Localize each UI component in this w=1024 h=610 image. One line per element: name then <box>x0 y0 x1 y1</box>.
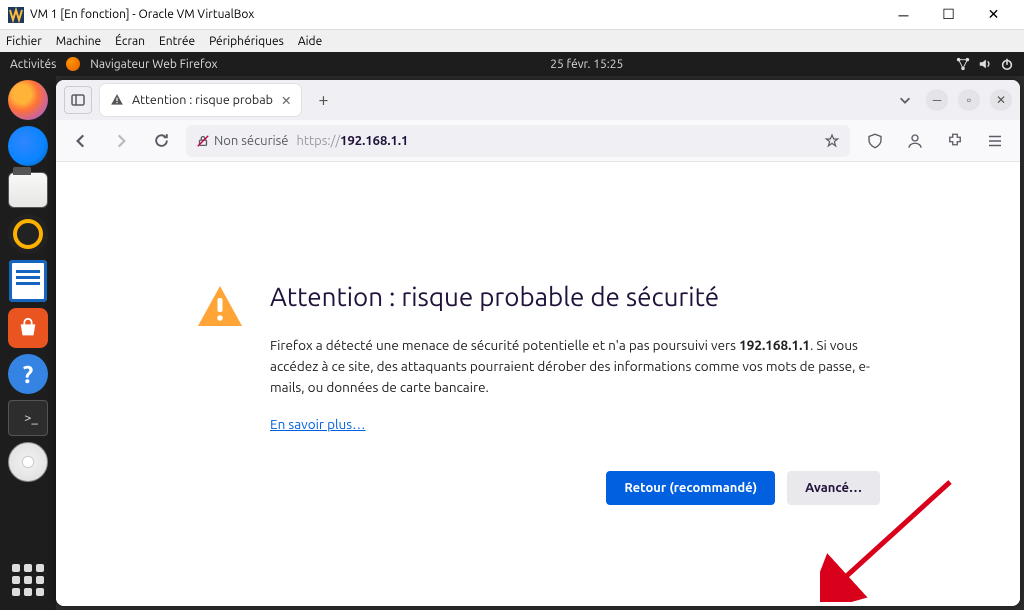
firefox-toolbar: Non sécurisé https://192.168.1.1 <box>56 120 1020 162</box>
vbox-menu-machine[interactable]: Machine <box>56 35 101 48</box>
host-close-button[interactable]: ✕ <box>971 0 1016 30</box>
security-label: Non sécurisé <box>214 134 288 148</box>
dock-firefox[interactable] <box>8 80 48 120</box>
virtualbox-icon <box>8 7 24 23</box>
account-icon[interactable] <box>900 126 930 156</box>
topbar-app-name[interactable]: Navigateur Web Firefox <box>90 58 217 71</box>
back-button[interactable] <box>66 126 96 156</box>
host-minimize-button[interactable]: ─ <box>881 0 926 30</box>
reload-button[interactable] <box>146 126 176 156</box>
vbox-menu-file[interactable]: Fichier <box>6 35 42 48</box>
dock-files[interactable] <box>8 172 48 208</box>
vbox-menu-screen[interactable]: Écran <box>115 35 145 48</box>
dock-terminal[interactable]: >_ <box>8 400 48 436</box>
warning-triangle-icon <box>196 282 244 330</box>
topbar-datetime[interactable]: 25 févr. 15:25 <box>218 58 956 71</box>
firefox-close-button[interactable]: ✕ <box>990 89 1012 111</box>
warning-icon <box>110 93 124 107</box>
ubuntu-top-bar: Activités Navigateur Web Firefox 25 févr… <box>0 52 1024 76</box>
power-icon[interactable] <box>1000 57 1014 71</box>
error-heading: Attention : risque probable de sécurité <box>270 282 880 311</box>
firefox-minimize-button[interactable]: ─ <box>926 89 948 111</box>
security-indicator[interactable]: Non sécurisé <box>196 134 288 148</box>
vbox-menu-input[interactable]: Entrée <box>159 35 195 48</box>
dock-rhythmbox[interactable] <box>8 214 48 254</box>
tab-close-button[interactable]: ✕ <box>281 93 291 108</box>
dock-cd-media[interactable] <box>8 442 48 482</box>
topbar-firefox-icon <box>66 57 80 71</box>
error-description: Firefox a détecté une menace de sécurité… <box>270 335 880 398</box>
browser-tab-active[interactable]: Attention : risque probab ✕ <box>100 84 301 116</box>
advanced-button[interactable]: Avancé… <box>787 471 880 505</box>
address-bar[interactable]: Non sécurisé https://192.168.1.1 <box>186 125 850 157</box>
extensions-icon[interactable] <box>940 126 970 156</box>
forward-button[interactable] <box>106 126 136 156</box>
firefox-window: Attention : risque probab ✕ + ─ ▫ ✕ <box>56 80 1020 606</box>
bookmark-star-icon[interactable] <box>824 133 840 149</box>
new-tab-button[interactable]: + <box>309 86 337 114</box>
learn-more-link[interactable]: En savoir plus… <box>270 416 366 432</box>
volume-icon[interactable] <box>978 57 992 71</box>
ubuntu-dock: ? >_ <box>0 76 56 610</box>
firefox-tab-strip: Attention : risque probab ✕ + ─ ▫ ✕ <box>56 80 1020 120</box>
url-text: https://192.168.1.1 <box>296 134 408 148</box>
dock-libreoffice-writer[interactable] <box>9 260 47 302</box>
vbox-menu-devices[interactable]: Périphériques <box>209 35 284 48</box>
firefox-maximize-button[interactable]: ▫ <box>958 89 980 111</box>
virtualbox-menu-bar: Fichier Machine Écran Entrée Périphériqu… <box>0 30 1024 52</box>
host-window-title: VM 1 [En fonction] - Oracle VM VirtualBo… <box>30 8 881 21</box>
host-window-titlebar: VM 1 [En fonction] - Oracle VM VirtualBo… <box>0 0 1024 30</box>
go-back-button[interactable]: Retour (recommandé) <box>606 471 775 505</box>
dock-thunderbird[interactable] <box>8 126 48 166</box>
network-icon[interactable] <box>956 57 970 71</box>
vbox-menu-help[interactable]: Aide <box>298 35 322 48</box>
activities-button[interactable]: Activités <box>10 58 56 71</box>
dock-help[interactable]: ? <box>8 354 48 394</box>
host-maximize-button[interactable]: ☐ <box>926 0 971 30</box>
list-all-tabs-button[interactable] <box>892 93 918 107</box>
protections-shield-icon[interactable] <box>860 126 890 156</box>
app-menu-icon[interactable] <box>980 126 1010 156</box>
firefox-sidebar-button[interactable] <box>64 86 92 114</box>
tab-title: Attention : risque probab <box>132 93 273 107</box>
page-content: Attention : risque probable de sécurité … <box>56 162 1020 606</box>
dock-show-applications[interactable] <box>8 560 48 600</box>
dock-ubuntu-software[interactable] <box>8 308 48 348</box>
